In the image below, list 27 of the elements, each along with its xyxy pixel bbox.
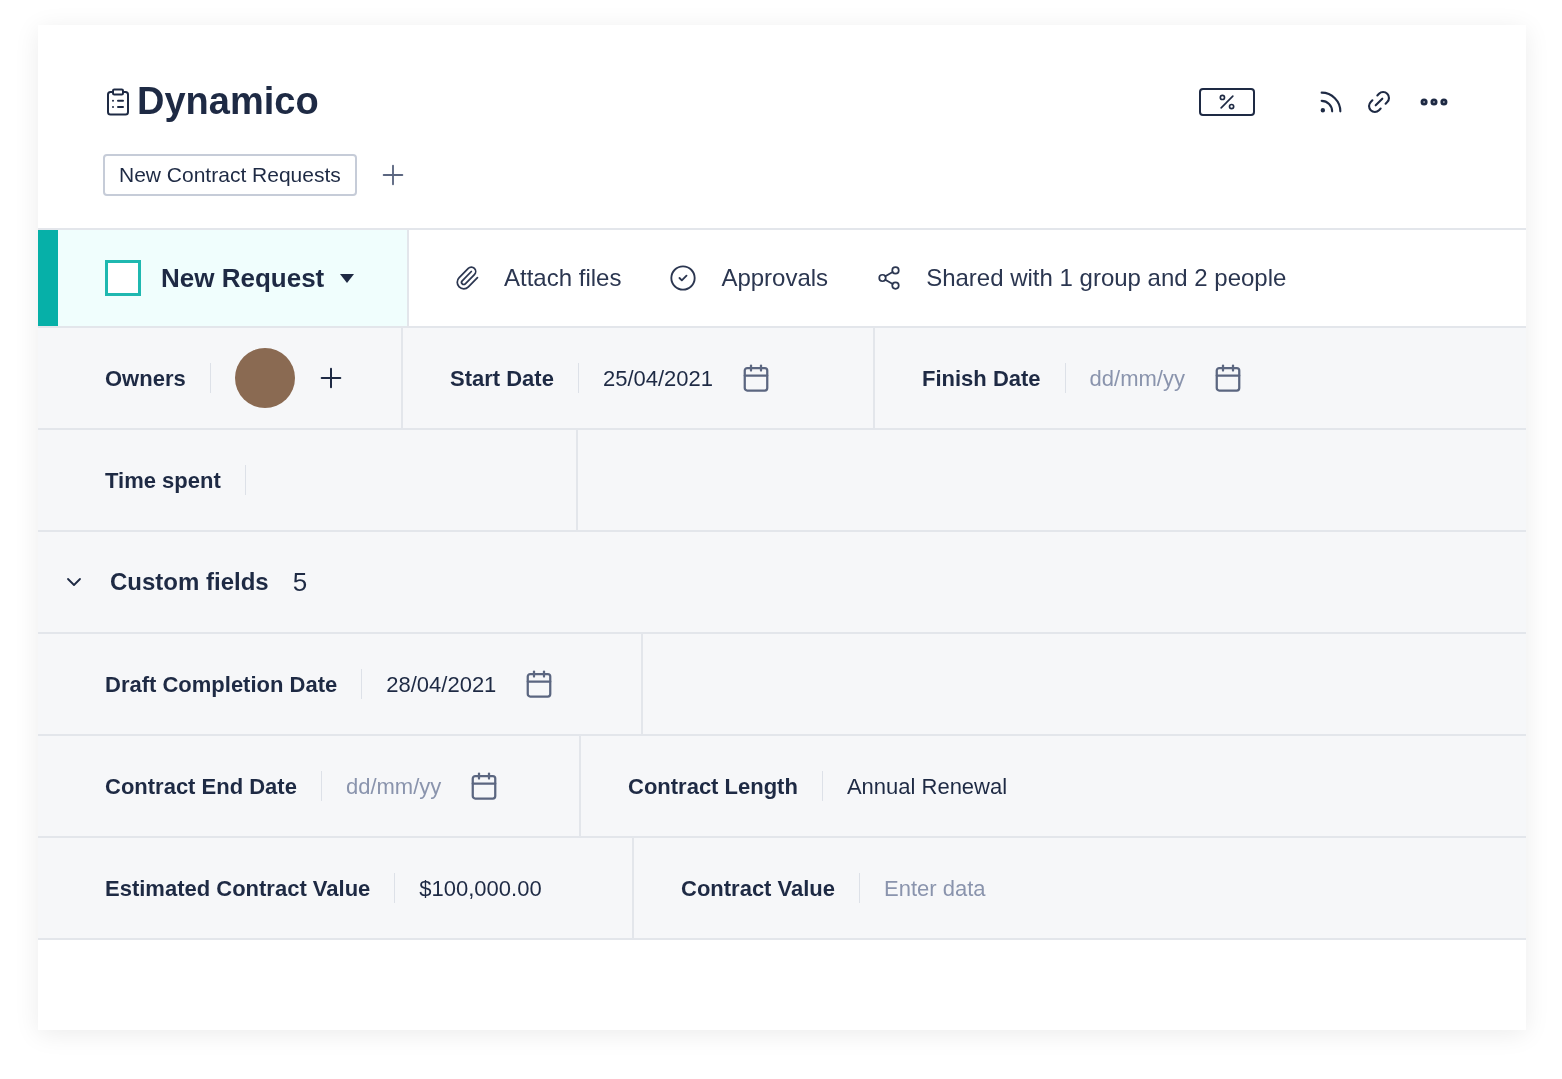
field-value[interactable]: 28/04/2021 <box>386 667 497 701</box>
page-title: Dynamico <box>137 79 319 124</box>
field-label: Draft Completion Date <box>105 670 338 699</box>
field-value[interactable]: 25/04/2021 <box>602 361 714 395</box>
status-dropdown[interactable]: New Request <box>161 258 355 298</box>
paperclip-icon <box>454 265 480 291</box>
field-label: Contract End Date <box>105 772 297 801</box>
toolbar-action[interactable]: Attach files <box>454 260 622 296</box>
share-icon <box>876 265 903 291</box>
field-label: Estimated Contract Value <box>105 874 371 903</box>
toolbar-action[interactable]: Shared with 1 group and 2 people <box>876 260 1287 296</box>
field-label: Contract Length <box>628 772 798 801</box>
field-value[interactable]: $100,000.00 <box>419 871 542 905</box>
percent-icon[interactable] <box>1199 87 1255 116</box>
field-label: Start Date <box>450 364 554 393</box>
caret-icon <box>340 273 355 283</box>
field-label: Finish Date <box>922 364 1041 393</box>
tag[interactable]: New Contract Requests <box>103 154 357 196</box>
toolbar-action[interactable]: Approvals <box>669 260 829 296</box>
checkbox[interactable] <box>105 260 141 296</box>
check-circle-icon <box>669 264 698 292</box>
field-label: Owners <box>105 364 186 393</box>
field-count: 5 <box>292 565 308 599</box>
custom-fields-toggle[interactable]: Custom fields <box>62 564 269 600</box>
field-value[interactable]: Annual Renewal <box>846 769 1008 803</box>
field-label: Time spent <box>105 466 221 495</box>
field-label: Contract Value <box>681 874 836 903</box>
